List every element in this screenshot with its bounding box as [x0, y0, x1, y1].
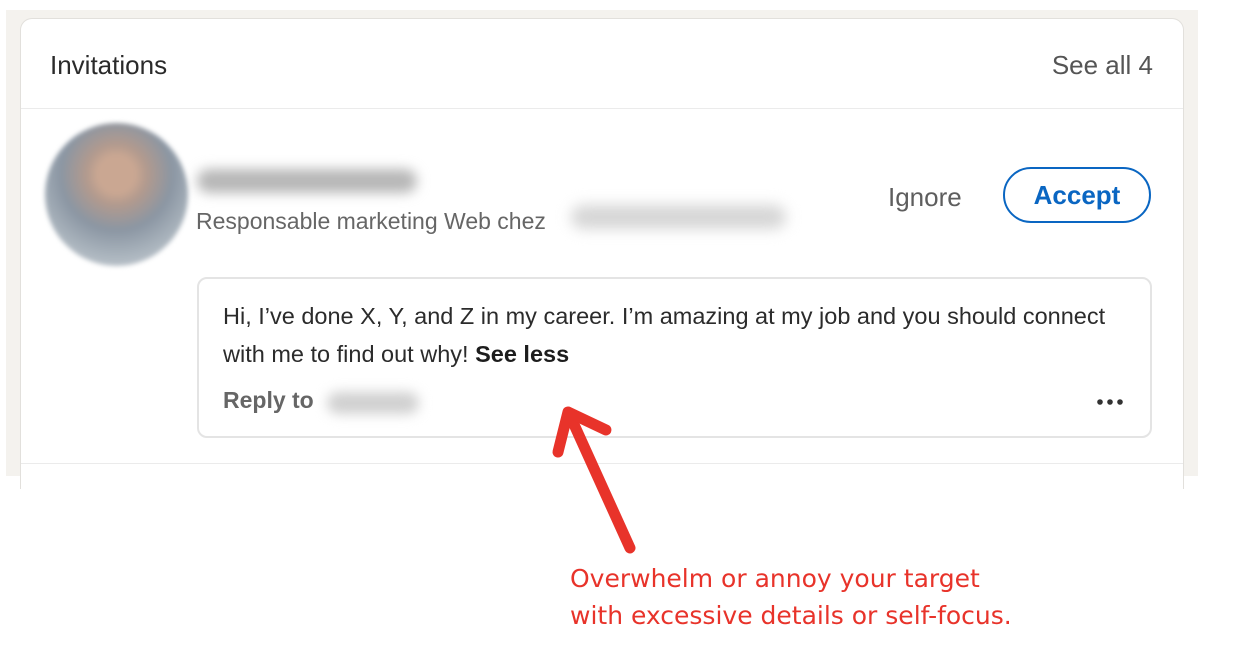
- avatar[interactable]: [45, 123, 188, 266]
- invitation-message: Hi, I’ve done X, Y, and Z in my career. …: [197, 277, 1152, 438]
- reply-name-redacted: [327, 392, 419, 414]
- sender-headline: Responsable marketing Web chez: [196, 208, 546, 234]
- ignore-button[interactable]: Ignore: [888, 182, 962, 213]
- card-header: Invitations See all 4: [21, 19, 1183, 109]
- headline-redacted: [571, 205, 786, 229]
- sender-name-redacted[interactable]: [197, 169, 417, 193]
- see-less-link[interactable]: See less: [475, 341, 569, 367]
- annotation-line-2: with excessive details or self-focus.: [570, 601, 1012, 630]
- more-dots-glyph: [1097, 399, 1123, 405]
- reply-button[interactable]: Reply to: [223, 387, 314, 414]
- see-all-link[interactable]: See all 4: [1052, 50, 1153, 81]
- message-body: Hi, I’ve done X, Y, and Z in my career. …: [223, 297, 1123, 373]
- more-horizontal-icon[interactable]: [1090, 387, 1130, 417]
- accept-button[interactable]: Accept: [1003, 167, 1151, 223]
- message-text: Hi, I’ve done X, Y, and Z in my career. …: [223, 303, 1106, 367]
- annotation-line-1: Overwhelm or annoy your target: [570, 564, 980, 593]
- section-title: Invitations: [50, 50, 168, 80]
- annotation-arrow-icon: [552, 406, 636, 554]
- annotation-callout: Overwhelm or annoy your target with exce…: [570, 560, 1090, 634]
